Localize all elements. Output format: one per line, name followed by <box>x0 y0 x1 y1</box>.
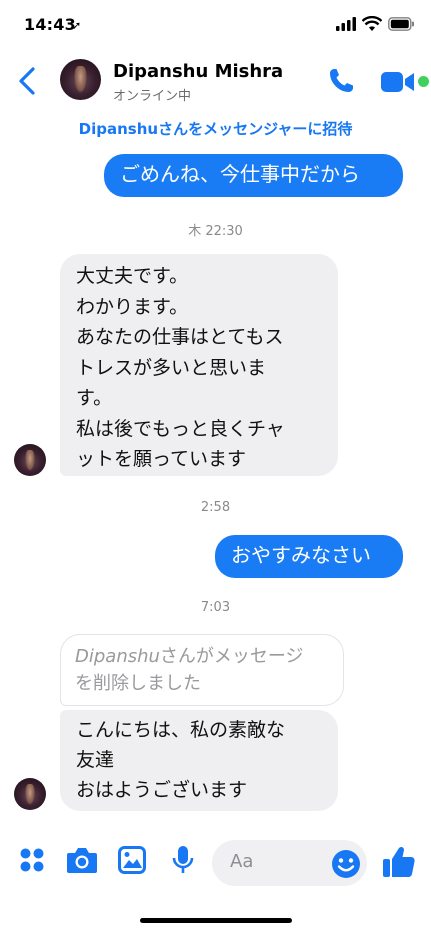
status-time: 14:43 <box>24 15 76 34</box>
message-line: こんにちは、私の素敵な <box>76 719 286 741</box>
thumbs-up-icon[interactable] <box>382 845 416 879</box>
message-line: トレスが多いと思いま <box>76 356 267 379</box>
online-indicator <box>416 74 431 89</box>
timestamp: 7:03 <box>200 600 231 615</box>
status-bar: 14:43 ➚ <box>0 0 431 50</box>
sender-avatar[interactable] <box>14 778 46 810</box>
message-line: 大丈夫です。 <box>76 265 189 287</box>
message-placeholder: Aa <box>230 851 254 872</box>
outgoing-message[interactable]: ごめんね、今仕事中だから <box>104 154 403 197</box>
location-arrow-icon: ➚ <box>72 19 82 32</box>
message-line: ットを願っています <box>76 448 247 470</box>
outgoing-message[interactable]: おやすみなさい <box>215 535 403 578</box>
timestamp: 2:58 <box>200 500 231 515</box>
contact-avatar[interactable] <box>60 59 101 100</box>
deleted-sender-name: Dipanshu <box>75 646 160 667</box>
camera-icon[interactable] <box>66 846 98 874</box>
invite-link[interactable]: Dipanshuさんをメッセンジャーに招待 <box>0 118 431 139</box>
message-text: おやすみなさい <box>231 543 371 567</box>
back-icon[interactable] <box>14 66 40 96</box>
deleted-message-notice: Dipanshuさんがメッセージ を削除しました <box>60 634 344 706</box>
incoming-message[interactable]: こんにちは、私の素敵な 友達 おはようございます <box>60 710 338 811</box>
wifi-icon <box>362 16 382 31</box>
home-indicator[interactable] <box>140 918 292 923</box>
phone-icon[interactable] <box>326 66 356 96</box>
message-line: あなたの仕事はとてもス <box>76 326 284 348</box>
timestamp: 木 22:30 <box>188 224 243 239</box>
gallery-icon[interactable] <box>118 846 146 874</box>
signal-icon <box>336 17 356 31</box>
message-line: す。 <box>76 387 113 409</box>
video-icon[interactable] <box>380 69 416 95</box>
message-text: ごめんね、今仕事中だから <box>120 162 360 186</box>
emoji-icon[interactable] <box>331 849 361 879</box>
apps-icon[interactable] <box>19 847 45 873</box>
contact-name[interactable]: Dipanshu Mishra <box>113 61 283 82</box>
message-line: おはようございます <box>76 779 248 801</box>
presence-status: オンライン中 <box>113 89 192 104</box>
sender-avatar[interactable] <box>14 444 46 476</box>
message-line: 友達 <box>76 749 115 771</box>
microphone-icon[interactable] <box>172 845 194 875</box>
message-line: 私は後でもっと良くチャ <box>76 417 285 440</box>
deleted-text: を削除しました <box>75 673 201 694</box>
incoming-message[interactable]: 大丈夫です。 わかります。 あなたの仕事はとてもス トレスが多いと思いま す。 … <box>60 254 338 476</box>
message-line: わかります。 <box>76 295 189 318</box>
battery-icon <box>388 17 414 31</box>
deleted-text: さんがメッセージ <box>159 646 304 667</box>
conversation-header: Dipanshu Mishra オンライン中 <box>0 50 431 112</box>
